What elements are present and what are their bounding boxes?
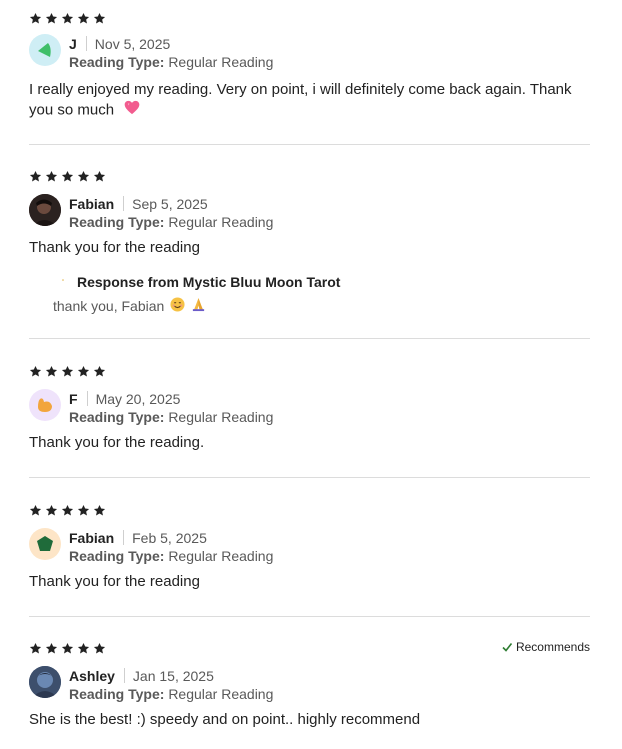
reviews-list: J Nov 5, 2025 Reading Type: Regular Read… (0, 0, 622, 749)
user-photo-icon (29, 194, 61, 226)
star-icon (93, 170, 106, 183)
moon-icon (53, 274, 69, 290)
reading-type-value: Regular Reading (168, 54, 274, 70)
review-card: F May 20, 2025 Reading Type: Regular Rea… (29, 363, 590, 455)
review-card: Fabian Feb 5, 2025 Reading Type: Regular… (29, 502, 590, 594)
star-rating (29, 363, 590, 379)
reviewer-name[interactable]: Fabian (69, 530, 114, 546)
review-card: Recommends Ashley Jan 15, 2025 Reading T… (29, 640, 590, 740)
review-card: J Nov 5, 2025 Reading Type: Regular Read… (29, 10, 590, 122)
reading-type-value: Regular Reading (168, 409, 274, 425)
star-icon (45, 642, 58, 655)
response-text: thank you, Fabian (53, 298, 165, 314)
review-date: May 20, 2025 (95, 390, 181, 407)
star-icon (29, 12, 42, 25)
reading-type: Reading Type: Regular Reading (69, 213, 273, 232)
star-icon (29, 504, 42, 517)
orange-blob-shape-icon (38, 398, 52, 412)
star-icon (77, 365, 90, 378)
star-icon (93, 365, 106, 378)
star-icon (61, 365, 74, 378)
star-icon (29, 642, 42, 655)
separator (86, 391, 88, 406)
avatar[interactable] (29, 528, 61, 560)
response-title: Response from Mystic Bluu Moon Tarot (77, 274, 341, 290)
divider (29, 616, 590, 617)
folded-hands-emoji-icon (191, 297, 206, 315)
avatar[interactable] (29, 389, 61, 421)
star-icon (29, 365, 42, 378)
pink-heart-emoji-icon (124, 100, 140, 121)
review-text: She is the best! :) speedy and on point.… (29, 711, 421, 728)
avatar[interactable] (29, 194, 61, 226)
avatar[interactable] (29, 666, 61, 698)
reading-type-value: Regular Reading (168, 686, 274, 702)
star-icon (61, 504, 74, 517)
star-icon (93, 12, 106, 25)
green-leaf-shape-icon (38, 43, 51, 57)
star-icon (61, 642, 74, 655)
star-rating (29, 502, 590, 518)
reviewer-name[interactable]: Fabian (69, 196, 114, 212)
reading-type-value: Regular Reading (168, 548, 274, 564)
review-date: Feb 5, 2025 (132, 529, 207, 546)
star-icon (77, 12, 90, 25)
star-icon (93, 504, 106, 517)
reading-type-value: Regular Reading (168, 214, 274, 230)
review-text: Thank you for the reading (29, 239, 200, 256)
reviewer-name[interactable]: F (69, 391, 78, 407)
reading-type-label: Reading Type: (69, 686, 165, 702)
star-icon (77, 504, 90, 517)
review-date: Jan 15, 2025 (132, 667, 214, 684)
star-icon (61, 170, 74, 183)
star-icon (45, 170, 58, 183)
divider (29, 144, 590, 145)
divider (29, 477, 590, 478)
reading-type-label: Reading Type: (69, 54, 165, 70)
star-icon (77, 642, 90, 655)
star-icon (29, 170, 42, 183)
star-icon (77, 170, 90, 183)
green-pentagon-shape-icon (37, 536, 53, 551)
star-icon (93, 642, 106, 655)
star-icon (45, 504, 58, 517)
star-icon (45, 12, 58, 25)
review-text: Thank you for the reading. (29, 434, 205, 451)
separator (123, 668, 125, 683)
reading-type: Reading Type: Regular Reading (69, 53, 273, 72)
separator (85, 36, 87, 51)
recommends-label: Recommends (515, 640, 590, 654)
reading-type: Reading Type: Regular Reading (69, 547, 273, 566)
star-icon (45, 365, 58, 378)
reviewer-name[interactable]: Ashley (69, 668, 115, 684)
reading-type: Reading Type: Regular Reading (69, 685, 273, 704)
separator (123, 530, 125, 545)
user-photo-icon (29, 666, 61, 698)
separator (123, 196, 125, 211)
review-text: Thank you for the reading (29, 573, 200, 590)
review-text-wrap: I really enjoyed my reading. Very on poi… (29, 80, 590, 121)
smiling-face-emoji-icon (170, 297, 185, 315)
review-card: Fabian Sep 5, 2025 Reading Type: Regular… (29, 168, 590, 320)
star-rating (29, 168, 590, 184)
reading-type-label: Reading Type: (69, 409, 165, 425)
reading-type-label: Reading Type: (69, 214, 165, 230)
checkmark-icon (501, 641, 513, 653)
seller-response: Response from Mystic Bluu Moon Tarot tha… (53, 273, 340, 315)
divider (29, 338, 590, 339)
avatar[interactable] (29, 34, 61, 66)
recommends-badge: Recommends (501, 640, 590, 654)
reading-type: Reading Type: Regular Reading (69, 408, 273, 427)
reviewer-name[interactable]: J (69, 36, 77, 52)
star-rating (29, 10, 590, 26)
review-date: Sep 5, 2025 (132, 195, 208, 212)
reading-type-label: Reading Type: (69, 548, 165, 564)
review-date: Nov 5, 2025 (94, 35, 171, 52)
star-icon (61, 12, 74, 25)
review-text: I really enjoyed my reading. Very on poi… (29, 81, 572, 119)
